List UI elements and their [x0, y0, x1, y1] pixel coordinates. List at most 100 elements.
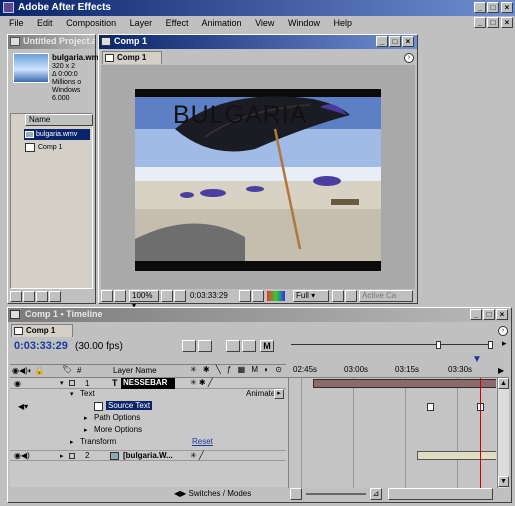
new-comp-icon[interactable] — [36, 291, 48, 302]
comp-frame[interactable]: BULGARIA — [135, 89, 381, 271]
layer-name-header[interactable]: Layer Name — [113, 366, 157, 375]
zoom-select[interactable]: 100% ▾ — [129, 290, 159, 310]
maximize-button[interactable]: □ — [487, 2, 499, 13]
magnify-icon[interactable] — [114, 290, 126, 302]
comp-marker-icon[interactable] — [182, 340, 196, 352]
current-time[interactable]: 0:03:33:29 — [190, 291, 228, 300]
doc-restore-button[interactable]: □ — [487, 17, 499, 28]
layer-switches[interactable]: ✳ ✱ ╱ — [190, 378, 213, 387]
scroll-up-icon[interactable]: ▲ — [498, 378, 509, 389]
comp-close-button[interactable]: × — [402, 36, 414, 47]
work-area-start[interactable] — [436, 341, 441, 349]
layer-name[interactable]: NESSEBAR — [121, 378, 175, 389]
keyframe-navigator-icon[interactable]: ◀▾ — [18, 402, 28, 411]
zoom-in-icon[interactable]: ⊿ — [370, 488, 382, 500]
channel-icon[interactable] — [267, 291, 285, 301]
comp-maximize-button[interactable]: □ — [389, 36, 401, 47]
comp-tab[interactable]: Comp 1 — [102, 51, 162, 64]
switches-modes-toggle[interactable]: ◀▶ Switches / Modes — [174, 489, 251, 498]
table-row[interactable]: ◉◀) ▸ 2 [bulgaria.W... ✳ ╱ — [10, 450, 286, 461]
menu-effect[interactable]: Effect — [166, 18, 189, 28]
layer-bar[interactable] — [313, 379, 496, 388]
frame-blend-icon[interactable] — [242, 340, 256, 352]
trash-icon[interactable] — [49, 291, 61, 302]
animate-menu-button[interactable]: ▸ — [274, 389, 284, 399]
motion-blur-icon[interactable]: M — [260, 340, 274, 352]
layer-name[interactable]: [bulgaria.W... — [123, 451, 173, 460]
menu-help[interactable]: Help — [333, 18, 352, 28]
keyframe-hold[interactable] — [427, 403, 434, 411]
expand-triangle-icon[interactable]: ▸ — [84, 426, 88, 434]
expand-triangle-icon[interactable]: ▾ — [70, 390, 74, 398]
always-preview-icon[interactable] — [101, 290, 113, 302]
expand-triangle-icon[interactable]: ▾ — [60, 379, 64, 387]
comp-minimize-button[interactable]: _ — [376, 36, 388, 47]
mask-icon[interactable] — [174, 290, 186, 302]
label-color-icon[interactable] — [69, 380, 75, 386]
label-color-icon[interactable] — [69, 453, 75, 459]
zoom-out-icon[interactable] — [290, 488, 302, 500]
menu-window[interactable]: Window — [288, 18, 320, 28]
safe-margins-icon[interactable] — [161, 290, 173, 302]
property-label[interactable]: Source Text — [106, 401, 153, 410]
expand-triangle-icon[interactable]: ▸ — [84, 414, 88, 422]
timeline-graph[interactable] — [288, 378, 496, 488]
av-switch-icons[interactable]: ◉◀) — [14, 451, 30, 460]
expand-triangle-icon[interactable]: ▸ — [60, 452, 64, 460]
new-folder-icon[interactable] — [23, 291, 35, 302]
timeline-panel-menu-icon[interactable]: › — [498, 326, 508, 336]
expand-triangle-icon[interactable]: ▸ — [70, 438, 74, 446]
timeline-minimize-button[interactable]: _ — [470, 309, 482, 320]
timeline-tab[interactable]: Comp 1 — [11, 324, 73, 337]
doc-close-button[interactable]: × — [501, 17, 513, 28]
table-row[interactable]: ▸ Transform Reset — [10, 437, 286, 448]
stopwatch-icon[interactable] — [94, 402, 103, 411]
snapshot-icon[interactable] — [239, 290, 251, 302]
show-snapshot-icon[interactable] — [252, 290, 264, 302]
table-row[interactable]: ◀▾ Source Text — [10, 401, 286, 413]
table-row[interactable]: ▸ Path Options — [10, 413, 286, 424]
project-icon — [10, 37, 20, 46]
layer-switches[interactable]: ✳ ╱ — [190, 451, 204, 460]
list-item[interactable]: bulgaria.wmv — [24, 129, 90, 140]
zoom-value: 100% — [132, 291, 153, 300]
doc-minimize-button[interactable]: _ — [474, 17, 486, 28]
close-button[interactable]: × — [501, 2, 513, 13]
zoom-slider[interactable] — [306, 493, 366, 495]
camera-select[interactable]: Active Ca — [359, 290, 413, 302]
reset-link[interactable]: Reset — [192, 437, 213, 446]
layer-bar[interactable] — [417, 451, 496, 460]
menu-edit[interactable]: Edit — [37, 18, 53, 28]
vertical-scrollbar[interactable]: ▲ ▼ — [497, 378, 509, 488]
flowchart-icon[interactable] — [198, 340, 212, 352]
table-row[interactable]: ▸ More Options — [10, 425, 286, 436]
menu-file[interactable]: File — [9, 18, 24, 28]
menu-view[interactable]: View — [255, 18, 274, 28]
playhead-handle[interactable]: ▼ — [472, 354, 482, 365]
scroll-down-icon[interactable]: ▼ — [498, 476, 509, 487]
navigator-bar[interactable] — [291, 341, 493, 350]
timecode-display[interactable]: 0:03:33:29 — [14, 340, 68, 352]
timeline-maximize-button[interactable]: □ — [483, 309, 495, 320]
draft-3d-icon[interactable] — [226, 340, 240, 352]
timeline-close-button[interactable]: × — [496, 309, 508, 320]
horizontal-scroll[interactable] — [388, 488, 493, 500]
name-column-header[interactable]: Name — [25, 114, 93, 126]
menu-layer[interactable]: Layer — [130, 18, 153, 28]
table-row[interactable]: ▾ Text Animate: ▸ — [10, 389, 286, 400]
interpret-footage-icon[interactable] — [10, 291, 22, 302]
current-time-indicator[interactable] — [480, 378, 481, 488]
av-features-icons: ◉◀)◐ 🔒 — [12, 366, 45, 375]
minimize-button[interactable]: _ — [474, 2, 486, 13]
transparency-grid-icon[interactable] — [345, 290, 357, 302]
scroll-right-icon[interactable]: ▸ — [502, 338, 507, 349]
region-of-interest-icon[interactable] — [332, 290, 344, 302]
video-switch-icon[interactable]: ◉ — [14, 379, 21, 388]
work-area-end[interactable] — [488, 341, 493, 349]
comp-panel-menu-icon[interactable]: › — [404, 53, 414, 63]
menu-animation[interactable]: Animation — [202, 18, 242, 28]
table-row[interactable]: ◉ ▾ 1 T NESSEBAR ✳ ✱ ╱ — [10, 378, 286, 389]
list-item[interactable]: Comp 1 — [24, 142, 90, 153]
menu-composition[interactable]: Composition — [66, 18, 116, 28]
resolution-select[interactable]: Full ▾ — [293, 290, 329, 302]
